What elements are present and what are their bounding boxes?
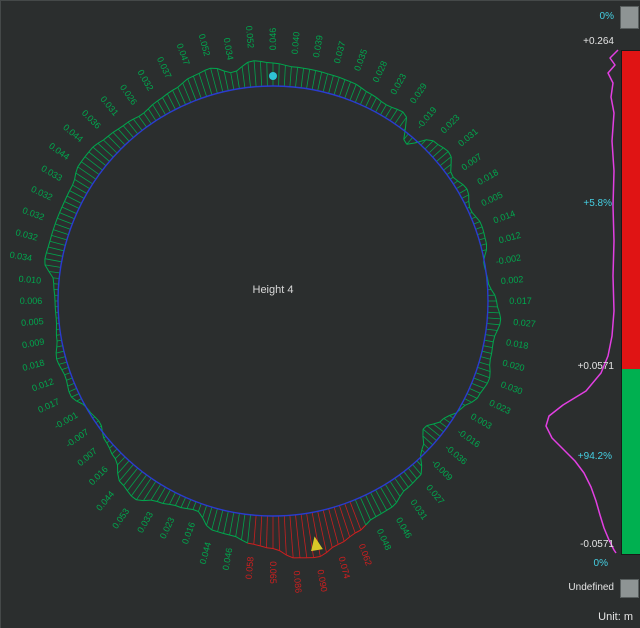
deviation-value-label: 0.033 [39,163,64,183]
deviation-value-label: 0.062 [357,542,374,567]
deviation-value-label: 0.047 [175,42,192,67]
deviation-value-label: 0.026 [118,83,139,107]
deviation-value-label: 0.023 [158,516,177,541]
deviation-value-label: 0.031 [456,126,480,148]
deviation-value-label: 0.039 [311,34,325,58]
deviation-value-label: 0.052 [244,25,256,48]
deviation-value-label: 0.012 [31,376,56,393]
deviation-value-label: 0.020 [501,358,525,373]
deviation-value-label: 0.030 [499,379,524,396]
deviation-value-label: 0.006 [20,296,43,306]
deviation-value-label: 0.009 [21,336,45,350]
deviation-value-label: 0.090 [315,569,329,593]
deviation-value-label: 0.032 [21,205,46,222]
tank-shell-deviation-view: 0.046 0.040 0.039 0.037 0.035 0.028 0.023 0.029… [0,0,640,628]
deviation-value-label: 0.046 [221,547,235,571]
polar-deviation-chart: 0.046 0.040 0.039 0.037 0.035 0.0280.023 0.029… [9,25,619,594]
deviation-value-label: 0.033 [135,510,155,535]
start-point-marker [269,72,277,80]
deviation-value-label: 0.044 [94,489,116,513]
deviation-value-label: 0.040 [290,31,302,54]
deviation-value-label: 0.003 [469,411,494,431]
deviation-value-label: 0.032 [15,227,39,242]
deviation-value-label: 0.017 [509,296,532,306]
deviation-value-label: 0.016 [180,521,197,546]
deviation-value-label: 0.007 [75,446,99,468]
deviation-value-label: 0.002 [500,274,523,286]
deviation-value-label: 0.044 [61,122,85,144]
deviation-value-label: 0.023 [439,112,462,135]
deviation-value-label: 0.005 [21,316,44,328]
deviation-value-label: 0.032 [30,184,55,203]
deviation-value-label: 0.031 [408,497,429,521]
deviation-value-label: 0.044 [47,141,71,162]
profile-name-label: Height 4 [252,284,294,296]
distribution-curve [545,49,619,554]
deviation-value-label: 0.029 [408,81,429,105]
deviation-value-label: 0.023 [488,398,513,417]
deviation-value-label: 0.027 [424,483,446,507]
deviation-value-label: 0.046 [268,28,278,51]
deviation-value-label: 0.086 [292,570,304,593]
deviation-value-label: 0.032 [136,68,156,93]
deviation-value-label: 0.017 [36,396,61,415]
deviation-value-label: 0.031 [98,94,120,118]
markers [269,72,323,552]
deviation-value-label: 0.074 [337,555,352,579]
deviation-value-label: 0.036 [80,108,103,131]
deviation-value-label: -0.009 [429,457,454,482]
deviation-value-label: 0.044 [198,541,213,565]
deviation-value-labels: 0.046 0.040 0.039 0.037 0.035 0.0280.023 0.029… [9,25,536,593]
deviation-value-label: 0.010 [18,274,41,286]
deviation-value-label: 0.027 [513,317,536,329]
deviation-value-label: 0.052 [197,33,212,57]
deviation-value-label: 0.018 [505,337,529,351]
deviation-value-label: -0.001 [52,410,79,431]
deviation-value-label: 0.018 [21,357,45,372]
deviation-value-label: 0.007 [460,151,484,172]
deviation-value-label: 0.037 [332,40,347,64]
deviation-value-label: 0.028 [371,59,390,84]
deviation-value-label: 0.058 [244,556,256,579]
deviation-value-label: 0.005 [480,190,505,209]
deviation-value-label: 0.048 [375,527,394,552]
deviation-value-label: -0.002 [495,252,522,266]
deviation-value-label: -0.019 [415,105,439,131]
deviation-value-label: 0.014 [492,208,517,225]
deviation-value-label: 0.053 [110,506,131,530]
deviation-value-label: 0.016 [87,464,110,487]
deviation-value-label: 0.037 [155,55,174,80]
deviation-value-label: 0.034 [9,250,33,264]
deviation-value-label: 0.018 [476,167,501,187]
deviation-value-label: -0.007 [64,427,91,450]
deviation-value-label: 0.046 [394,516,414,541]
deviation-value-label: 0.023 [388,72,408,97]
deviation-value-label: -0.016 [455,427,482,450]
deviation-value-label: 0.012 [498,230,522,245]
deviation-value-label: 0.035 [352,48,369,73]
deviation-value-label: 0.034 [222,37,236,61]
deviation-value-label: -0.036 [443,443,469,467]
deviation-value-label: 0.065 [268,561,278,584]
